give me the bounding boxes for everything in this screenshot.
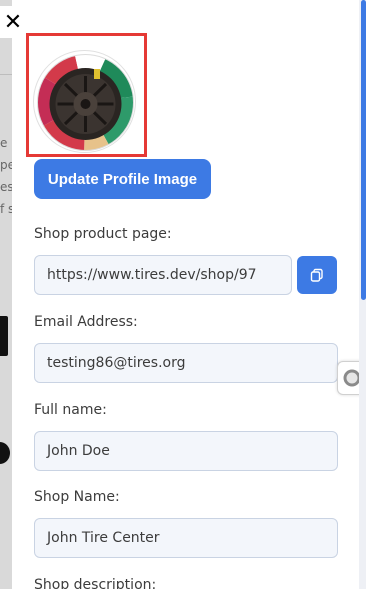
tire-wheel-image [37,54,134,151]
shop-name-label: Shop Name: [34,489,120,505]
close-icon: ✕ [3,9,23,35]
close-button[interactable]: ✕ [0,6,26,38]
background-text: e r [0,136,12,150]
copy-button[interactable] [297,256,337,294]
full-name-field[interactable]: John Doe [34,431,338,471]
shop-product-page-label: Shop product page: [34,226,172,242]
shop-name-field[interactable]: John Tire Center [34,518,338,558]
copy-icon [310,268,323,282]
background-text: es [0,180,12,194]
background-text: f s [0,202,12,216]
scrollbar-thumb[interactable] [361,0,366,300]
update-profile-image-button[interactable]: Update Profile Image [34,159,211,199]
full-name-label: Full name: [34,402,107,418]
background-page: e r pe es f s [0,0,12,589]
background-dot [0,442,10,464]
email-field[interactable]: testing86@tires.org [34,343,338,383]
shop-product-page-field[interactable]: https://www.tires.dev/shop/97 [34,255,292,295]
background-heading-glyph [0,316,8,356]
avatar[interactable] [33,50,136,153]
shop-description-label: Shop description: [34,577,157,589]
background-text: pe [0,158,12,172]
email-label: Email Address: [34,314,138,330]
background-divider [0,74,12,75]
